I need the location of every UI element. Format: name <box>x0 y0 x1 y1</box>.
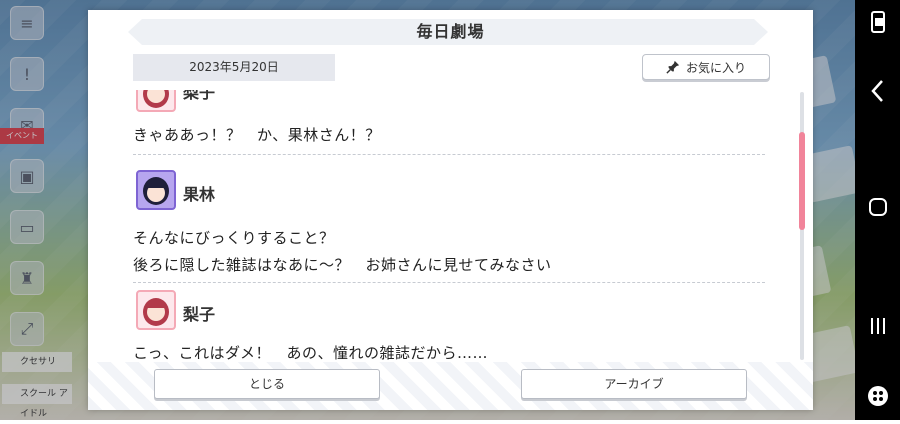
speaker-name: 梨子 <box>183 305 216 324</box>
riko-avatar <box>136 290 176 330</box>
dialogue-line: 後ろに隠した雑誌はなあに～？ お姉さんに見せてみなさい <box>133 256 552 274</box>
favorite-label: お気に入り <box>685 60 746 75</box>
pin-icon <box>666 60 680 74</box>
dialogue-line: きゃああっ！？ か、果林さん！？ <box>133 126 381 144</box>
dialogue-list[interactable]: 梨子 きゃああっ！？ か、果林さん！？ 果林 そんなにびっくりすること？ 後ろに… <box>133 90 765 360</box>
recents-icon[interactable] <box>855 314 900 342</box>
riko-avatar <box>136 90 176 112</box>
divider <box>133 154 765 155</box>
scrollbar-thumb[interactable] <box>799 132 805 230</box>
home-icon[interactable] <box>855 196 900 224</box>
system-nav-bar <box>855 0 900 420</box>
divider <box>133 282 765 283</box>
speaker-name: 果林 <box>183 185 216 204</box>
dialog-title: 毎日劇場 <box>416 22 485 41</box>
date-label: 2023年5月20日 <box>133 54 335 81</box>
dialogue-line: そんなにびっくりすること？ <box>133 229 335 247</box>
archive-button[interactable]: アーカイブ <box>521 369 747 399</box>
close-button[interactable]: とじる <box>154 369 380 399</box>
speaker-name: 梨子 <box>183 90 216 102</box>
gamepad-icon[interactable] <box>855 384 900 412</box>
favorite-button[interactable]: お気に入り <box>642 54 770 80</box>
karin-avatar <box>136 170 176 210</box>
daily-theater-dialog: 毎日劇場 2023年5月20日 お気に入り 梨子 きゃああっ！？ か、果林さん！… <box>88 10 813 410</box>
back-icon[interactable] <box>855 78 900 108</box>
dialogue-line: こっ、これはダメ！ あの、憧れの雑誌だから…… <box>133 344 489 360</box>
screen-rotate-icon[interactable] <box>855 10 900 40</box>
